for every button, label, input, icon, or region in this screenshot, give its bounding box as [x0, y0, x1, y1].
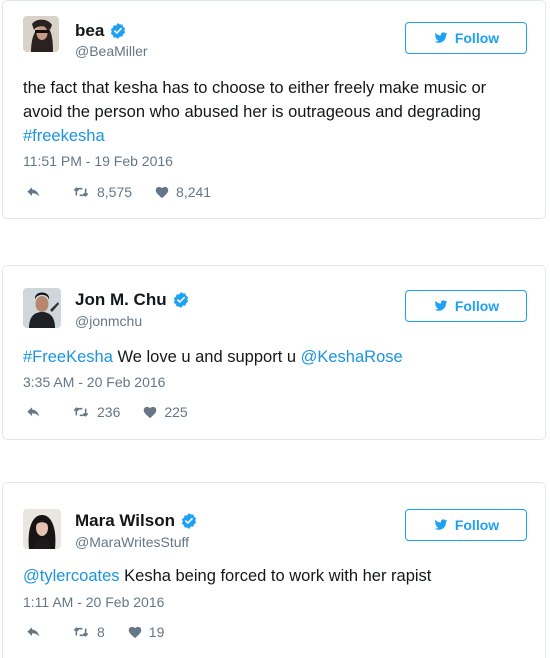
reply-icon: [25, 184, 43, 200]
tweet-text-line: avoid the person who abused her is outra…: [23, 103, 481, 121]
reply-button[interactable]: [25, 404, 49, 420]
follow-button[interactable]: Follow: [405, 22, 527, 54]
retweet-count: 8,575: [97, 184, 133, 200]
follow-button[interactable]: Follow: [405, 509, 527, 541]
retweet-icon: [71, 184, 91, 200]
author-handle[interactable]: @BeaMiller: [75, 43, 148, 59]
tweet-card: Jon M. Chu @jonmchu Follow #FreeKesha We…: [2, 265, 546, 440]
avatar[interactable]: [23, 16, 59, 52]
retweet-count: 236: [97, 404, 121, 420]
retweet-button[interactable]: 8: [71, 624, 105, 640]
retweet-icon: [71, 624, 91, 640]
tweet-card: bea @BeaMiller Follow the fact that kesh…: [2, 0, 546, 219]
like-count: 8,241: [176, 184, 212, 200]
tweet-card: Mara Wilson @MaraWritesStuff Follow @tyl…: [2, 482, 546, 658]
twitter-bird-icon: [433, 299, 449, 313]
tweet-text: the fact that kesha has to choose to eit…: [23, 76, 525, 148]
retweet-count: 8: [97, 624, 105, 640]
tweet-text: @tylercoates Kesha being forced to work …: [23, 564, 525, 588]
tweet-actions: 236 225: [25, 404, 210, 420]
like-count: 225: [164, 404, 188, 420]
follow-label: Follow: [454, 298, 500, 314]
tweet-actions: 8,575 8,241: [25, 184, 233, 200]
tweet-text-body: Kesha being forced to work with her rapi…: [119, 567, 432, 585]
like-button[interactable]: 8,241: [154, 184, 211, 200]
author-name[interactable]: bea: [75, 21, 104, 41]
reply-button[interactable]: [25, 624, 49, 640]
retweet-button[interactable]: 236: [71, 404, 120, 420]
tweet-timestamp[interactable]: 3:35 AM - 20 Feb 2016: [23, 374, 165, 390]
twitter-bird-icon: [433, 31, 449, 45]
avatar[interactable]: [23, 288, 61, 328]
hashtag-link[interactable]: #freekesha: [23, 127, 105, 145]
verified-badge-icon: [180, 512, 198, 530]
author-handle[interactable]: @MaraWritesStuff: [75, 534, 189, 550]
twitter-bird-icon: [433, 518, 449, 532]
avatar[interactable]: [23, 509, 61, 549]
tweet-timestamp[interactable]: 1:11 AM - 20 Feb 2016: [23, 594, 164, 610]
heart-icon: [127, 625, 143, 640]
tweet-text-body: We love u and support u: [112, 348, 301, 366]
author-name[interactable]: Jon M. Chu: [75, 290, 167, 310]
follow-label: Follow: [454, 30, 500, 46]
author-name[interactable]: Mara Wilson: [75, 511, 175, 531]
reply-icon: [25, 624, 43, 640]
author-handle[interactable]: @jonmchu: [75, 313, 142, 329]
retweet-button[interactable]: 8,575: [71, 184, 132, 200]
reply-icon: [25, 404, 43, 420]
tweet-actions: 8 19: [25, 624, 186, 640]
tweet-timestamp[interactable]: 11:51 PM - 19 Feb 2016: [23, 153, 173, 169]
heart-icon: [154, 185, 170, 200]
hashtag-link[interactable]: #FreeKesha: [23, 348, 113, 366]
mention-link[interactable]: @KeshaRose: [301, 348, 403, 366]
like-button[interactable]: 225: [142, 404, 188, 420]
tweet-text: #FreeKesha We love u and support u @Kesh…: [23, 345, 525, 369]
retweet-icon: [71, 404, 91, 420]
verified-badge-icon: [109, 22, 127, 40]
heart-icon: [142, 405, 158, 420]
author-row: Jon M. Chu: [75, 290, 190, 310]
verified-badge-icon: [172, 291, 190, 309]
like-button[interactable]: 19: [127, 624, 165, 640]
follow-label: Follow: [454, 517, 500, 533]
follow-button[interactable]: Follow: [405, 290, 527, 322]
reply-button[interactable]: [25, 184, 49, 200]
author-row: bea: [75, 21, 127, 41]
tweet-text-line: the fact that kesha has to choose to eit…: [23, 79, 487, 97]
mention-link[interactable]: @tylercoates: [23, 567, 120, 585]
like-count: 19: [148, 624, 165, 640]
author-row: Mara Wilson: [75, 511, 198, 531]
